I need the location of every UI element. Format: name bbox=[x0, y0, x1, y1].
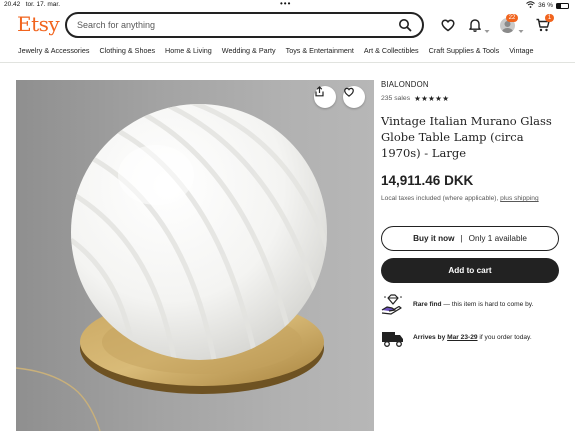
sales-rating: 235 sales ★★★★★ bbox=[381, 94, 449, 103]
battery-icon bbox=[556, 2, 569, 9]
sales-count: 235 sales bbox=[381, 95, 411, 102]
battery-percent: 36 % bbox=[538, 2, 553, 9]
favorites-heart-icon[interactable] bbox=[440, 17, 456, 33]
arrival-row: Arrives by Mar 23-29 if you order today. bbox=[381, 327, 561, 351]
shop-name[interactable]: BIALONDON bbox=[381, 80, 429, 89]
search-input[interactable] bbox=[77, 18, 387, 32]
multitask-dots[interactable]: ••• bbox=[280, 0, 291, 8]
arrival-text: Arrives by Mar 23-29 if you order today. bbox=[413, 334, 532, 341]
search-bar[interactable] bbox=[65, 12, 424, 38]
status-bar: 20.42 tor. 17. mar. ••• 36 % bbox=[0, 0, 575, 11]
arrival-date-link[interactable]: Mar 23-29 bbox=[447, 334, 477, 341]
share-icon[interactable] bbox=[314, 86, 336, 108]
category-art[interactable]: Art & Collectibles bbox=[364, 46, 419, 55]
favorite-heart-icon[interactable] bbox=[343, 86, 365, 108]
diamond-hand-icon bbox=[381, 294, 405, 316]
notifications-badge: 22 bbox=[506, 14, 518, 22]
rare-find-text: Rare find — this item is hard to come by… bbox=[413, 301, 534, 308]
category-home[interactable]: Home & Living bbox=[165, 46, 212, 55]
category-jewelry[interactable]: Jewelry & Accessories bbox=[18, 46, 90, 55]
category-wedding[interactable]: Wedding & Party bbox=[222, 46, 276, 55]
shipping-link[interactable]: plus shipping bbox=[500, 195, 539, 202]
rare-find-row: Rare find — this item is hard to come by… bbox=[381, 294, 561, 318]
product-price: 14,911.46 DKK bbox=[381, 173, 474, 188]
header-divider bbox=[0, 62, 575, 63]
category-toys[interactable]: Toys & Entertainment bbox=[286, 46, 354, 55]
wifi-icon bbox=[526, 1, 536, 10]
cart-badge: 1 bbox=[545, 14, 554, 22]
status-right: 36 % bbox=[526, 1, 569, 10]
buy-now-button[interactable]: Buy it now | Only 1 available bbox=[381, 226, 559, 251]
truck-icon bbox=[381, 327, 405, 349]
status-time: 20.42 tor. 17. mar. bbox=[4, 1, 61, 8]
bell-dropdown-chevron-icon[interactable] bbox=[484, 21, 490, 39]
category-nav: Jewelry & Accessories Clothing & Shoes H… bbox=[18, 46, 534, 55]
product-image[interactable] bbox=[16, 80, 374, 431]
search-icon[interactable] bbox=[398, 18, 412, 32]
category-vintage[interactable]: Vintage bbox=[509, 46, 533, 55]
etsy-logo[interactable]: Etsy bbox=[17, 12, 60, 36]
avatar-dropdown-chevron-icon[interactable] bbox=[518, 21, 524, 39]
tax-note: Local taxes included (where applicable),… bbox=[381, 195, 539, 202]
availability: Only 1 available bbox=[468, 234, 527, 243]
add-to-cart-button[interactable]: Add to cart bbox=[381, 258, 559, 283]
bell-icon[interactable] bbox=[467, 17, 483, 33]
rating-stars[interactable]: ★★★★★ bbox=[414, 94, 449, 103]
product-title: Vintage Italian Murano Glass Globe Table… bbox=[381, 114, 552, 160]
category-clothing[interactable]: Clothing & Shoes bbox=[100, 46, 156, 55]
category-craft[interactable]: Craft Supplies & Tools bbox=[429, 46, 500, 55]
